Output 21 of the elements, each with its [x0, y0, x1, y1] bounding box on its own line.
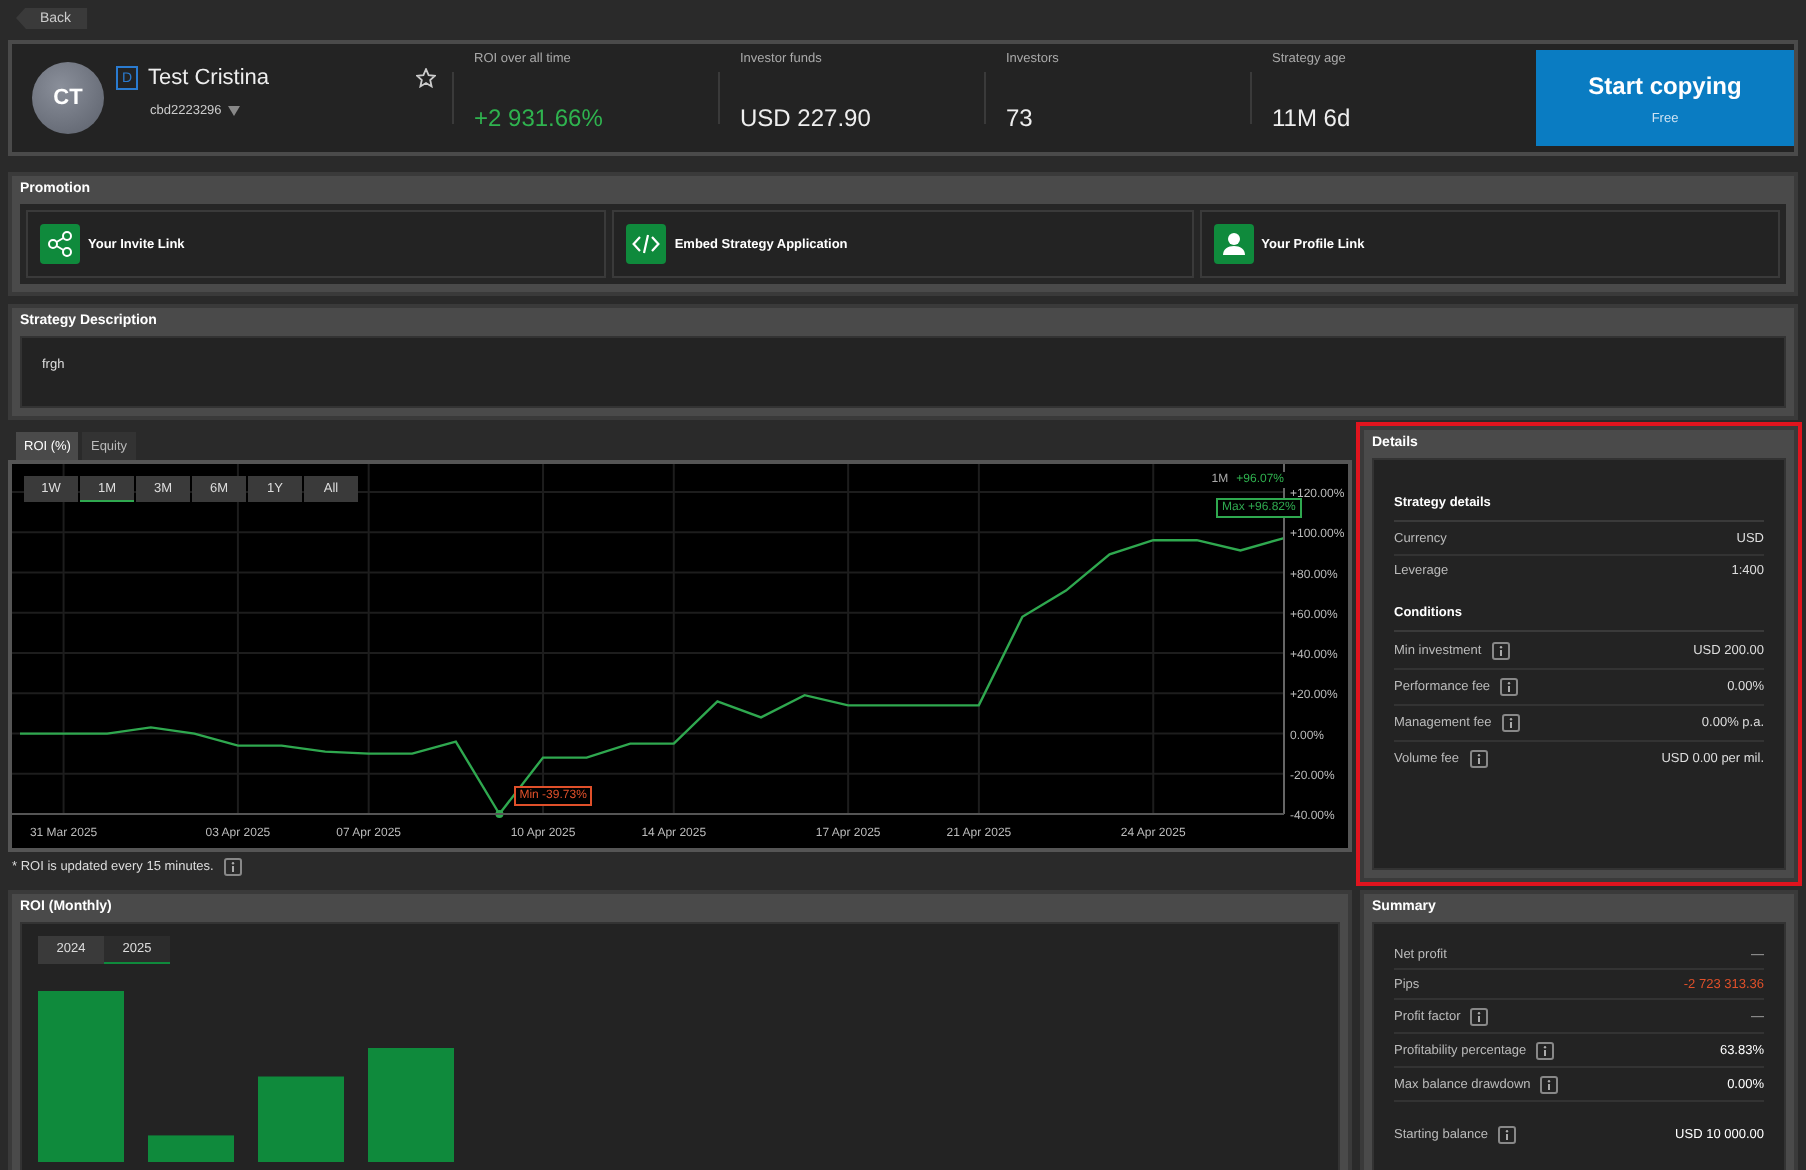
min-point-marker: [495, 810, 504, 818]
share-icon: [40, 224, 80, 264]
stat-value: 73: [1006, 104, 1035, 132]
strategy-name: Test Cristina: [148, 66, 270, 90]
stat-value: 11M 6d: [1272, 104, 1353, 132]
info-icon[interactable]: [1497, 1125, 1516, 1143]
info-icon[interactable]: [1501, 714, 1520, 732]
caret-icon[interactable]: [227, 106, 240, 116]
avatar: CT: [32, 62, 104, 134]
user-icon: [1213, 224, 1254, 264]
info-icon[interactable]: [1500, 678, 1519, 696]
info-icon[interactable]: [1469, 750, 1488, 768]
star-icon[interactable]: [416, 68, 436, 88]
code-icon: [626, 224, 667, 264]
info-icon[interactable]: [1540, 1075, 1559, 1093]
info-icon[interactable]: [1491, 642, 1510, 660]
stat-value: +2 931.66%: [474, 104, 605, 132]
info-icon[interactable]: [1470, 1007, 1489, 1025]
info-icon[interactable]: [223, 858, 242, 876]
stat-value: USD 227.90: [740, 104, 873, 132]
info-icon[interactable]: [1536, 1041, 1555, 1059]
